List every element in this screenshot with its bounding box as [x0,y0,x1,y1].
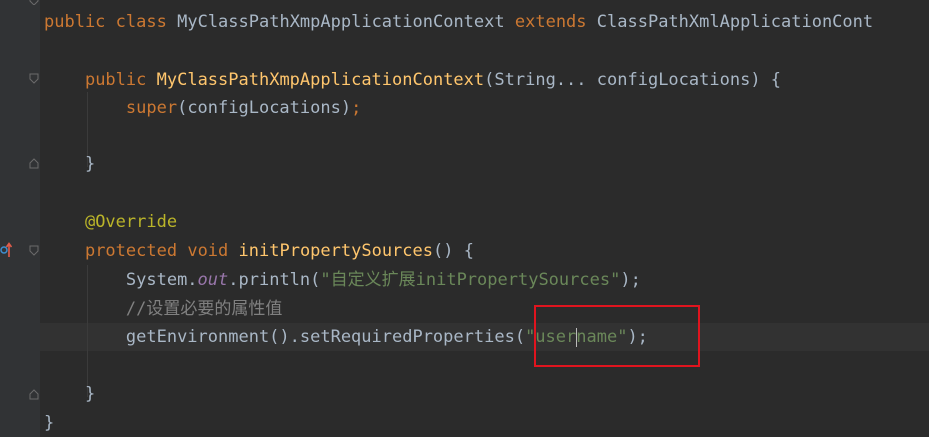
fold-arrow-icon[interactable] [29,73,39,84]
param-type: String [494,70,556,90]
keyword: protected [84,241,178,261]
code-line-method-declaration[interactable]: protected void initPropertySources() { [44,237,474,265]
keyword: extends [514,12,587,32]
parent-class-name: ClassPathXmlApplicationCont [596,12,874,32]
keyword: public [84,70,147,90]
fold-arrow-icon[interactable] [29,0,39,11]
code-line-closing-brace[interactable]: } [44,380,95,408]
code-line-closing-brace[interactable]: } [44,409,54,437]
annotation: @Override [84,212,178,232]
fold-arrow-icon[interactable] [29,389,39,400]
code-line-class-declaration[interactable]: public class MyClassPathXmpApplicationCo… [44,8,873,36]
keyword: public [44,12,106,32]
comment: //设置必要的属性值 [125,299,283,319]
code-editor[interactable]: public class MyClassPathXmpApplicationCo… [40,0,929,437]
code-line-closing-brace[interactable]: } [44,150,95,178]
overrides-method-icon[interactable] [0,241,13,259]
param-name: configLocations [596,70,751,90]
string-literal: "自定义扩展initPropertySources" [320,270,621,290]
code-line-constructor[interactable]: public MyClassPathXmpApplicationContext(… [44,66,781,94]
annotation-highlight-box [534,305,700,367]
keyword: class [115,12,167,32]
static-field: out [197,270,229,290]
code-line-comment[interactable]: //设置必要的属性值 [44,295,282,323]
code-line-println[interactable]: System.out.println("自定义扩展initPropertySou… [44,266,641,294]
editor-gutter [0,0,40,437]
code-line-annotation[interactable]: @Override [44,208,177,236]
keyword: void [187,241,229,261]
method-name: initPropertySources [238,241,433,261]
code-line-super-call[interactable]: super(configLocations); [44,94,361,122]
keyword: super [125,98,178,118]
class-name: MyClassPathXmpApplicationContext [177,12,505,32]
fold-arrow-icon[interactable] [29,245,39,256]
constructor-name: MyClassPathXmpApplicationContext [156,70,485,90]
fold-arrow-icon[interactable] [29,158,39,169]
